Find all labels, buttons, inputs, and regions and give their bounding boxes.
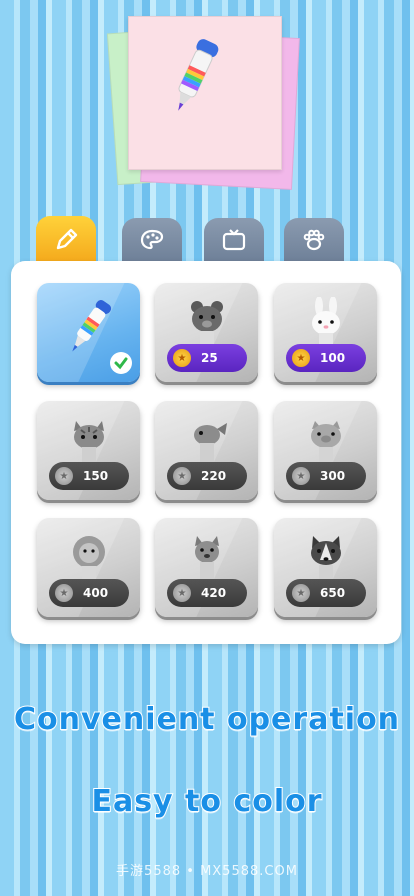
pen-selection-panel: ★ 25 ★ 100 ★ 150 ★ 220 ★ 300 ★ 400 ★ 420…: [11, 261, 401, 644]
watermark: 手游5588 • MX5588.COM: [116, 864, 298, 879]
price-label: 100: [320, 351, 346, 365]
item-card-fish[interactable]: ★ 220: [155, 401, 258, 500]
item-card-husky[interactable]: ★ 650: [274, 518, 377, 617]
item-card-rabbit[interactable]: ★ 100: [274, 283, 377, 382]
pencil-figure-icon: [72, 299, 112, 352]
item-card-pig[interactable]: ★ 300: [274, 401, 377, 500]
price-label: 220: [201, 469, 227, 483]
item-card-cat[interactable]: ★ 150: [37, 401, 140, 500]
price-badge: ★ 220: [167, 462, 247, 490]
tab-paw[interactable]: [284, 218, 344, 262]
price-label: 400: [83, 586, 109, 600]
headline-easy-color: Easy to color: [90, 783, 323, 820]
tab-pencil[interactable]: [36, 216, 96, 264]
gold-coin-icon: ★: [292, 349, 310, 367]
gold-coin-icon: ★: [173, 349, 191, 367]
price-badge: ★ 650: [286, 579, 366, 607]
gray-coin-icon: ★: [173, 467, 191, 485]
item-card-lion[interactable]: ★ 400: [37, 518, 140, 617]
price-badge: ★ 420: [167, 579, 247, 607]
price-label: 25: [201, 351, 218, 365]
price-label: 300: [320, 469, 346, 483]
gray-coin-icon: ★: [292, 467, 310, 485]
item-card-dog[interactable]: ★ 420: [155, 518, 258, 617]
selected-check-icon: [110, 352, 132, 374]
price-label: 420: [201, 586, 227, 600]
hero-notes: [106, 14, 300, 190]
item-card-pencil[interactable]: [37, 283, 140, 382]
gray-coin-icon: ★: [292, 584, 310, 602]
price-label: 150: [83, 469, 109, 483]
pen-icon: [178, 39, 219, 111]
price-badge: ★ 300: [286, 462, 366, 490]
tab-palette[interactable]: [122, 218, 182, 262]
price-badge: ★ 400: [49, 579, 129, 607]
palette-icon: [140, 229, 164, 250]
price-badge: ★ 25: [167, 344, 247, 372]
tab-tv[interactable]: [204, 218, 264, 262]
price-badge: ★ 150: [49, 462, 129, 490]
gray-coin-icon: ★: [173, 584, 191, 602]
tv-icon: [222, 229, 246, 251]
headline-convenient: Convenient operation: [13, 701, 401, 738]
price-label: 650: [320, 586, 346, 600]
gray-coin-icon: ★: [55, 584, 73, 602]
price-badge: ★ 100: [286, 344, 366, 372]
pencil-icon: [56, 228, 78, 250]
paw-icon: [303, 229, 325, 251]
gray-coin-icon: ★: [55, 467, 73, 485]
item-card-bear[interactable]: ★ 25: [155, 283, 258, 382]
